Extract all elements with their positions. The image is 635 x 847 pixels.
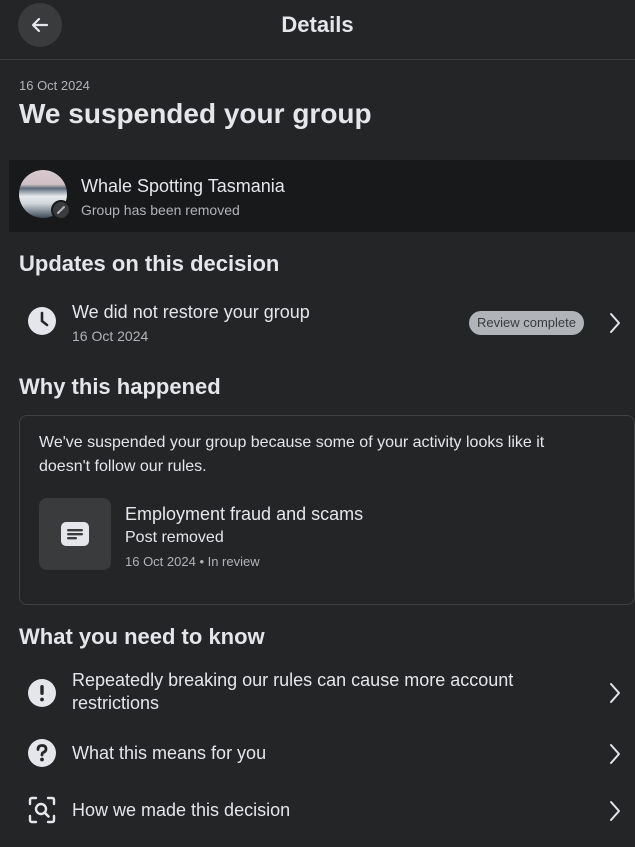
know-item-label: What this means for you bbox=[72, 743, 267, 763]
know-item-meaning[interactable]: What this means for you bbox=[0, 738, 635, 770]
group-status: Group has been removed bbox=[81, 202, 240, 218]
post-thumbnail[interactable] bbox=[39, 498, 111, 570]
post-meta: 16 Oct 2024 • In review bbox=[125, 554, 260, 569]
update-title: We did not restore your group bbox=[72, 302, 310, 322]
why-box: We've suspended your group because some … bbox=[19, 415, 635, 605]
know-item-decision[interactable]: How we made this decision bbox=[0, 795, 635, 827]
group-edit-badge-icon bbox=[51, 200, 71, 220]
notice-date: 16 Oct 2024 bbox=[19, 78, 90, 93]
know-item-label: How we made this decision bbox=[72, 800, 291, 820]
status-badge: Review complete bbox=[469, 311, 584, 335]
chevron-right-icon bbox=[607, 681, 623, 705]
know-heading: What you need to know bbox=[19, 624, 265, 649]
know-item-restrictions[interactable]: Repeatedly breaking our rules can cause … bbox=[0, 668, 635, 718]
group-name: Whale Spotting Tasmania bbox=[81, 176, 285, 196]
updates-heading: Updates on this decision bbox=[19, 251, 280, 276]
back-button[interactable] bbox=[18, 3, 62, 47]
post-status: Post removed bbox=[125, 529, 224, 546]
why-description: We've suspended your group because some … bbox=[39, 434, 545, 475]
question-icon bbox=[27, 738, 57, 768]
magnify-scan-icon bbox=[27, 795, 57, 825]
page-title: We suspended your group bbox=[19, 98, 372, 129]
post-violation-title: Employment fraud and scams bbox=[125, 504, 364, 524]
page-header-title: Details bbox=[281, 11, 354, 37]
know-item-label: Repeatedly breaking our rules can cause … bbox=[72, 670, 514, 713]
post-text-icon bbox=[61, 522, 89, 546]
why-heading: Why this happened bbox=[19, 374, 221, 399]
exclamation-icon bbox=[27, 678, 57, 708]
chevron-right-icon bbox=[607, 311, 623, 335]
group-card[interactable]: Whale Spotting Tasmania Group has been r… bbox=[9, 160, 635, 232]
arrow-left-icon bbox=[31, 17, 49, 33]
chevron-right-icon bbox=[607, 799, 623, 823]
clock-icon bbox=[27, 306, 57, 336]
update-item-row[interactable]: We did not restore your group 16 Oct 202… bbox=[0, 298, 635, 350]
update-date: 16 Oct 2024 bbox=[72, 328, 149, 344]
top-header: Details bbox=[0, 0, 635, 60]
chevron-right-icon bbox=[607, 742, 623, 766]
